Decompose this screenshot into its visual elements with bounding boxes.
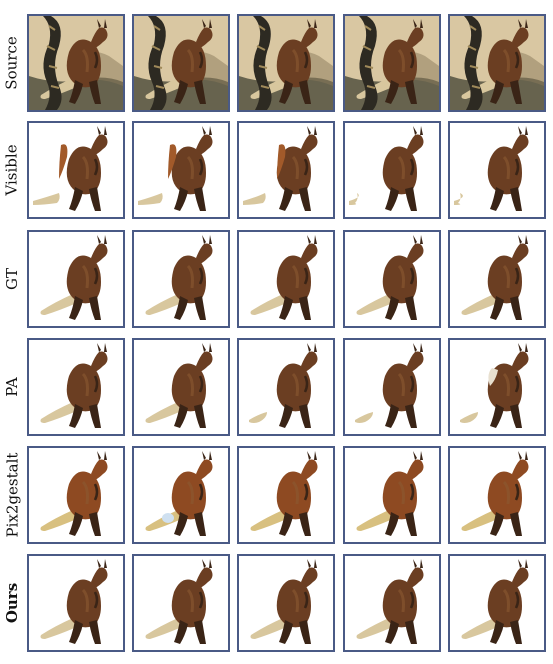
image-ours-5 <box>448 554 546 652</box>
row-label-pa: PA <box>0 338 24 436</box>
image-ours-1 <box>27 554 125 652</box>
row-label-text: GT <box>3 268 21 290</box>
image-source-3 <box>237 14 335 112</box>
row-label-text: PA <box>3 377 21 397</box>
image-pa-1 <box>27 338 125 436</box>
image-ours-4 <box>343 554 441 652</box>
image-source-1 <box>27 14 125 112</box>
image-visible-2 <box>132 121 230 219</box>
image-visible-1 <box>27 121 125 219</box>
image-visible-3 <box>237 121 335 219</box>
image-gt-3 <box>237 230 335 328</box>
image-pa-5 <box>448 338 546 436</box>
image-pix2gestalt-4 <box>343 446 441 544</box>
image-pix2gestalt-3 <box>237 446 335 544</box>
figure-grid: Source Visible GT PA Pix2gestalt Ours <box>0 0 553 664</box>
image-pix2gestalt-2 <box>132 446 230 544</box>
image-pix2gestalt-1 <box>27 446 125 544</box>
image-visible-4 <box>343 121 441 219</box>
row-label-pix2gestalt: Pix2gestalt <box>0 446 24 544</box>
image-ours-2 <box>132 554 230 652</box>
image-gt-5 <box>448 230 546 328</box>
image-source-2 <box>132 14 230 112</box>
image-source-4 <box>343 14 441 112</box>
image-gt-1 <box>27 230 125 328</box>
image-pa-3 <box>237 338 335 436</box>
image-visible-5 <box>448 121 546 219</box>
image-gt-4 <box>343 230 441 328</box>
row-label-text: Visible <box>3 144 22 196</box>
row-label-visible: Visible <box>0 121 24 219</box>
image-pix2gestalt-5 <box>448 446 546 544</box>
row-label-text: Pix2gestalt <box>3 452 21 538</box>
image-gt-2 <box>132 230 230 328</box>
image-source-5 <box>448 14 546 112</box>
image-ours-3 <box>237 554 335 652</box>
image-pa-2 <box>132 338 230 436</box>
row-label-source: Source <box>0 14 24 112</box>
row-label-text: Ours <box>3 582 22 624</box>
image-pa-4 <box>343 338 441 436</box>
row-label-gt: GT <box>0 230 24 328</box>
row-label-ours: Ours <box>0 554 24 652</box>
row-label-text: Source <box>3 36 22 90</box>
